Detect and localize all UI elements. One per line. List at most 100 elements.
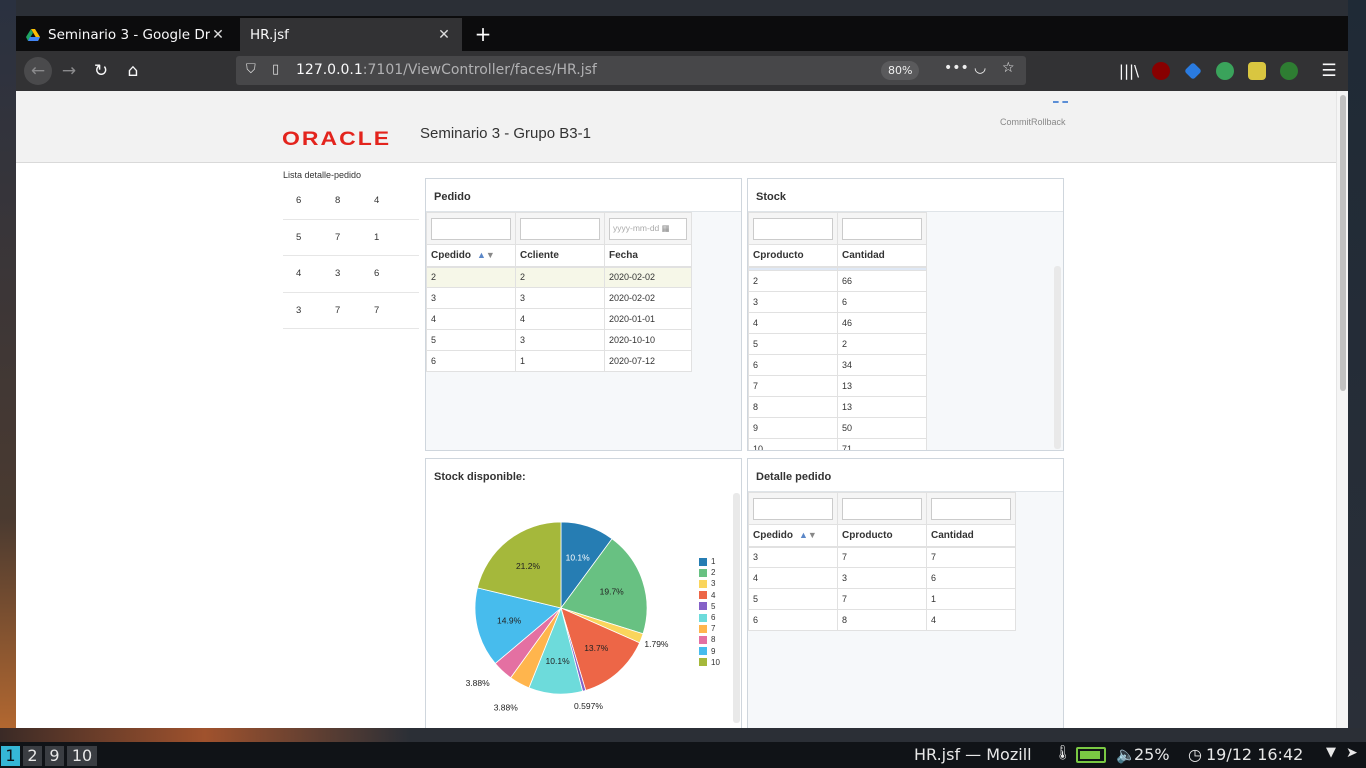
table-row[interactable]: 684 [748,609,1016,631]
column-header-cpedido[interactable]: Cpedido ▲▼ [748,524,838,548]
legend-item[interactable]: 10 [699,657,720,668]
send-icon[interactable]: ➤ [1346,745,1358,761]
table-row[interactable]: 7 13 [748,375,927,397]
bookmark-star-icon[interactable]: ☆ [1002,60,1015,76]
filter-cantidad-input[interactable] [931,497,1011,520]
volume-level[interactable]: 25% [1134,745,1170,764]
filter-fecha-input[interactable]: yyyy-mm-dd ▦ [609,217,687,240]
filter-ccliente-input[interactable] [520,217,600,240]
toolbar-icon[interactable] [1053,101,1068,105]
legend-item[interactable]: 9 [699,646,720,657]
table-row[interactable]: 4 4 2020-01-01 [426,308,692,330]
tab-google-drive[interactable]: Seminario 3 - Google Drive ✕ [16,18,236,51]
table-row[interactable]: 36 [748,291,927,313]
filter-cpedido-input[interactable] [431,217,511,240]
list-item[interactable]: 3 7 7 [283,293,419,329]
table-row[interactable]: 6 34 [748,354,927,376]
table-row[interactable]: 5 3 2020-10-10 [426,329,692,351]
new-tab-button[interactable]: + [472,22,494,46]
desktop-background-bottom [0,728,1366,742]
table-row[interactable]: 4 46 [748,312,927,334]
sort-arrows-icon[interactable]: ▲▼ [477,250,495,260]
home-button[interactable]: ⌂ [120,59,146,83]
column-header-cantidad[interactable]: Cantidad [926,524,1016,548]
cell: 71 [837,438,927,450]
workspace-button[interactable]: 10 [67,746,97,766]
table-row[interactable]: 8 13 [748,396,927,418]
cell: 8 [837,609,927,631]
table-row[interactable]: 10 71 [748,438,927,450]
table-row[interactable]: 436 [748,567,1016,589]
extension-diamond-icon[interactable] [1184,62,1202,80]
cell: 2020-07-12 [604,350,692,372]
zoom-level-badge[interactable]: 80% [881,61,920,80]
back-button[interactable]: ← [24,57,52,85]
legend-item[interactable]: 4 [699,590,720,601]
legend-swatch [699,579,707,588]
table-row[interactable]: 571 [748,588,1016,610]
tab-close-icon[interactable]: ✕ [436,27,452,43]
forward-button[interactable]: → [56,59,82,83]
filter-cantidad-input[interactable] [842,217,922,240]
table-row[interactable]: 2 66 [748,270,927,292]
filter-cpedido-input[interactable] [753,497,833,520]
table-row[interactable]: 2 2 2020-02-02 [426,266,692,288]
workspace-button[interactable]: 9 [45,746,64,766]
extension-clock-icon[interactable] [1280,62,1298,80]
legend-item[interactable]: 2 [699,567,720,578]
calendar-icon[interactable]: ▦ [662,223,670,233]
sort-arrows-icon[interactable]: ▲▼ [799,530,817,540]
shield-icon[interactable]: ⛉ [246,62,256,77]
legend-item[interactable]: 1 [699,556,720,567]
filter-cproducto-input[interactable] [842,497,922,520]
legend-item[interactable]: 6 [699,612,720,623]
column-header-cpedido[interactable]: Cpedido ▲▼ [426,244,516,268]
cell: 6 [926,567,1016,589]
column-header-cantidad[interactable]: Cantidad [837,244,927,268]
stock-scrollbar[interactable] [1054,266,1061,449]
volume-icon[interactable]: 🔈 [1116,745,1136,764]
chart-scrollbar[interactable] [733,493,740,723]
scrollbar-thumb[interactable] [1340,95,1346,391]
legend-item[interactable]: 7 [699,623,720,634]
table-row[interactable]: 9 50 [748,417,927,439]
menu-icon[interactable]: ☰ [1316,59,1342,83]
url-text[interactable]: 127.0.0.1:7101/ViewController/faces/HR.j… [296,62,597,78]
clock[interactable]: 19/12 16:42 [1206,745,1303,764]
wifi-icon[interactable]: ▼ [1326,745,1336,760]
filter-cproducto-input[interactable] [753,217,833,240]
page-scrollbar[interactable] [1336,91,1348,728]
legend-item[interactable]: 3 [699,578,720,589]
table-row[interactable]: 3 3 2020-02-02 [426,287,692,309]
reload-button[interactable]: ↻ [88,59,114,83]
workspace-button[interactable]: 2 [23,746,42,766]
page-info-icon[interactable]: ▯ [272,62,279,77]
column-header-fecha[interactable]: Fecha [604,244,692,268]
chart-legend: 1 2 3 4 5 6 7 8 9 10 [699,556,720,668]
legend-item[interactable]: 8 [699,634,720,645]
url-bar[interactable]: ⛉ ▯ 127.0.0.1:7101/ViewController/faces/… [236,56,1026,85]
column-header-cproducto[interactable]: Cproducto [837,524,927,548]
column-header-cproducto[interactable]: Cproducto [748,244,838,268]
tab-hr-jsf[interactable]: HR.jsf ✕ [240,18,462,51]
list-item[interactable]: 4 3 6 [283,256,419,293]
legend-swatch [699,624,707,633]
tab-close-icon[interactable]: ✕ [210,27,226,43]
library-icon[interactable]: |||\ [1116,59,1142,83]
extension-sync-icon[interactable] [1216,62,1234,80]
ublock-icon[interactable] [1152,62,1170,80]
workspace-button[interactable]: 1 [1,746,20,766]
page-actions-icon[interactable]: ••• [944,60,969,76]
table-row[interactable]: 377 [748,546,1016,568]
list-cell: 6 [374,268,380,280]
pocket-icon[interactable]: ◡ [974,60,986,76]
extension-image-icon[interactable] [1248,62,1266,80]
commit-rollback-links[interactable]: CommitRollback [1000,117,1066,127]
column-header-ccliente[interactable]: Ccliente [515,244,605,268]
active-window-title[interactable]: HR.jsf — Mozill [914,745,1032,764]
table-row[interactable]: 6 1 2020-07-12 [426,350,692,372]
list-item[interactable]: 5 7 1 [283,220,419,256]
legend-item[interactable]: 5 [699,601,720,612]
table-row[interactable]: 52 [748,333,927,355]
list-item[interactable]: 6 8 4 [283,183,419,220]
